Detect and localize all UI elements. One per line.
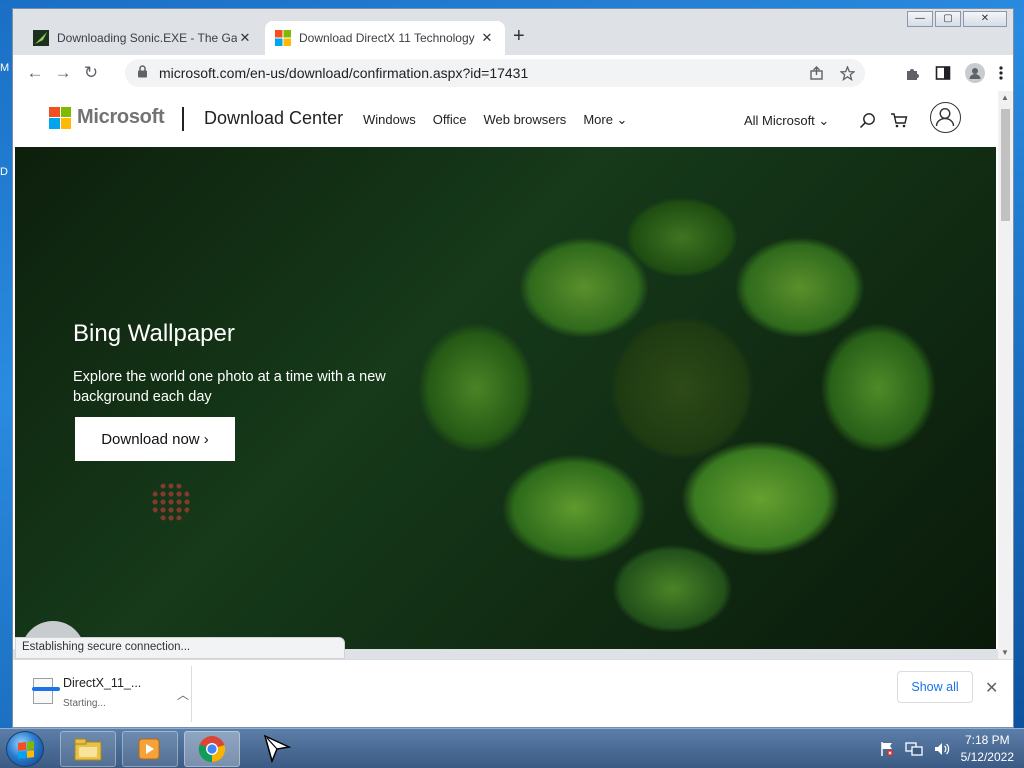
desktop-icon-label: D	[0, 166, 8, 178]
scrollbar-thumb[interactable]	[1001, 109, 1010, 221]
search-icon[interactable]	[859, 112, 876, 129]
side-panel-icon[interactable]	[935, 65, 951, 81]
microsoft-grid-icon	[49, 106, 71, 129]
brand-name: Microsoft	[77, 106, 165, 128]
header-actions: All Microsoft ⌄	[744, 112, 908, 129]
bookmark-star-icon[interactable]	[840, 65, 855, 81]
page-scrollbar[interactable]: ▲ ▼	[998, 91, 1013, 659]
share-icon[interactable]	[809, 65, 824, 81]
download-item[interactable]: DirectX_11_... Starting... ︿	[27, 670, 191, 720]
browser-window: Downloading Sonic.EXE - The Ga ✕ Downloa…	[12, 8, 1014, 728]
tab-directx-download[interactable]: Download DirectX 11 Technology ✕	[265, 21, 505, 55]
download-progress-bar	[32, 687, 60, 691]
loading-cursor-icon	[151, 482, 191, 522]
lock-icon[interactable]	[137, 65, 151, 81]
chrome-taskbar-button[interactable]	[184, 731, 240, 767]
site-header: Microsoft Download Center Windows Office…	[13, 91, 998, 147]
chevron-up-icon[interactable]: ︿	[177, 686, 189, 703]
nav-item-office[interactable]: Office	[433, 112, 467, 128]
hero-banner: Bing Wallpaper Explore the world one pho…	[15, 147, 996, 649]
scroll-down-arrow-icon[interactable]: ▼	[1001, 648, 1009, 657]
close-tab-icon[interactable]: ✕	[479, 30, 495, 46]
download-file-name: DirectX_11_...	[63, 676, 142, 690]
web-page: Microsoft Download Center Windows Office…	[13, 91, 998, 649]
nav-item-web-browsers[interactable]: Web browsers	[483, 112, 566, 128]
cursor-app-taskbar-button[interactable]	[262, 733, 292, 768]
account-avatar-icon[interactable]	[930, 102, 961, 133]
close-window-button[interactable]: ✕	[963, 11, 1007, 27]
close-shelf-icon[interactable]: ✕	[985, 678, 998, 698]
reload-button[interactable]: ↻	[77, 59, 105, 87]
tab-title: Downloading Sonic.EXE - The Ga	[57, 31, 237, 45]
status-bubble: Establishing secure connection...	[15, 637, 345, 659]
url-text: microsoft.com/en-us/download/confirmatio…	[159, 65, 529, 81]
download-status: Starting...	[63, 698, 106, 709]
file-explorer-taskbar-button[interactable]	[60, 731, 116, 767]
extensions-icon[interactable]	[905, 65, 921, 81]
menu-kebab-icon[interactable]	[999, 65, 1003, 81]
tab-title: Download DirectX 11 Technology	[299, 31, 475, 45]
chrome-icon	[198, 736, 226, 763]
media-player-taskbar-button[interactable]	[122, 731, 178, 767]
tab-strip: Downloading Sonic.EXE - The Ga ✕ Downloa…	[13, 9, 1013, 55]
microsoft-favicon-icon	[275, 30, 291, 46]
site-nav: Windows Office Web browsers More ⌄	[363, 112, 627, 128]
tab-sonic-download[interactable]: Downloading Sonic.EXE - The Ga ✕	[23, 21, 263, 55]
file-icon	[32, 678, 60, 704]
address-bar[interactable]: microsoft.com/en-us/download/confirmatio…	[125, 59, 865, 87]
cart-icon[interactable]	[890, 112, 908, 129]
volume-icon[interactable]	[933, 741, 951, 757]
clock-time: 7:18 PM	[964, 733, 1010, 747]
scroll-up-arrow-icon[interactable]: ▲	[1001, 93, 1009, 102]
taskbar: 7:18 PM 5/12/2022	[0, 728, 1024, 768]
hero-description: Explore the world one photo at a time wi…	[73, 369, 386, 405]
browser-toolbar: ← → ↻ microsoft.com/en-us/download/confi…	[13, 55, 1013, 91]
download-shelf: DirectX_11_... Starting... ︿ Show all ✕	[13, 659, 1013, 727]
desktop-icon-label: M	[0, 62, 10, 74]
download-center-link[interactable]: Download Center	[204, 108, 343, 129]
start-button[interactable]	[6, 731, 44, 767]
system-clock[interactable]: 7:18 PM 5/12/2022	[961, 732, 1014, 766]
microsoft-logo[interactable]: Microsoft	[49, 106, 165, 129]
action-center-flag-icon[interactable]	[879, 741, 895, 757]
minimize-button[interactable]: —	[907, 11, 933, 27]
new-tab-button[interactable]: +	[513, 25, 525, 48]
shelf-divider	[191, 666, 192, 722]
maximize-button[interactable]: ▢	[935, 11, 961, 27]
all-microsoft-menu[interactable]: All Microsoft ⌄	[744, 113, 829, 129]
hero-title: Bing Wallpaper	[73, 320, 235, 347]
back-button[interactable]: ←	[21, 59, 49, 87]
clock-date: 5/12/2022	[960, 750, 1014, 764]
header-divider	[182, 107, 184, 131]
window-controls: — ▢ ✕	[907, 11, 1007, 27]
download-now-button[interactable]: Download now ›	[75, 417, 235, 461]
nav-item-more[interactable]: More ⌄	[583, 112, 627, 128]
sonic-favicon-icon	[33, 30, 49, 46]
system-tray: 7:18 PM 5/12/2022	[879, 729, 1014, 768]
windows-flag-icon	[18, 741, 34, 759]
nav-item-windows[interactable]: Windows	[363, 112, 416, 128]
forward-button[interactable]: →	[49, 59, 77, 87]
network-icon[interactable]	[904, 741, 923, 757]
cursor-icon	[263, 734, 292, 764]
file-explorer-icon	[74, 738, 102, 761]
show-all-button[interactable]: Show all	[897, 671, 973, 703]
close-tab-icon[interactable]: ✕	[237, 30, 253, 46]
profile-icon[interactable]	[965, 63, 985, 83]
media-player-icon	[138, 738, 160, 760]
